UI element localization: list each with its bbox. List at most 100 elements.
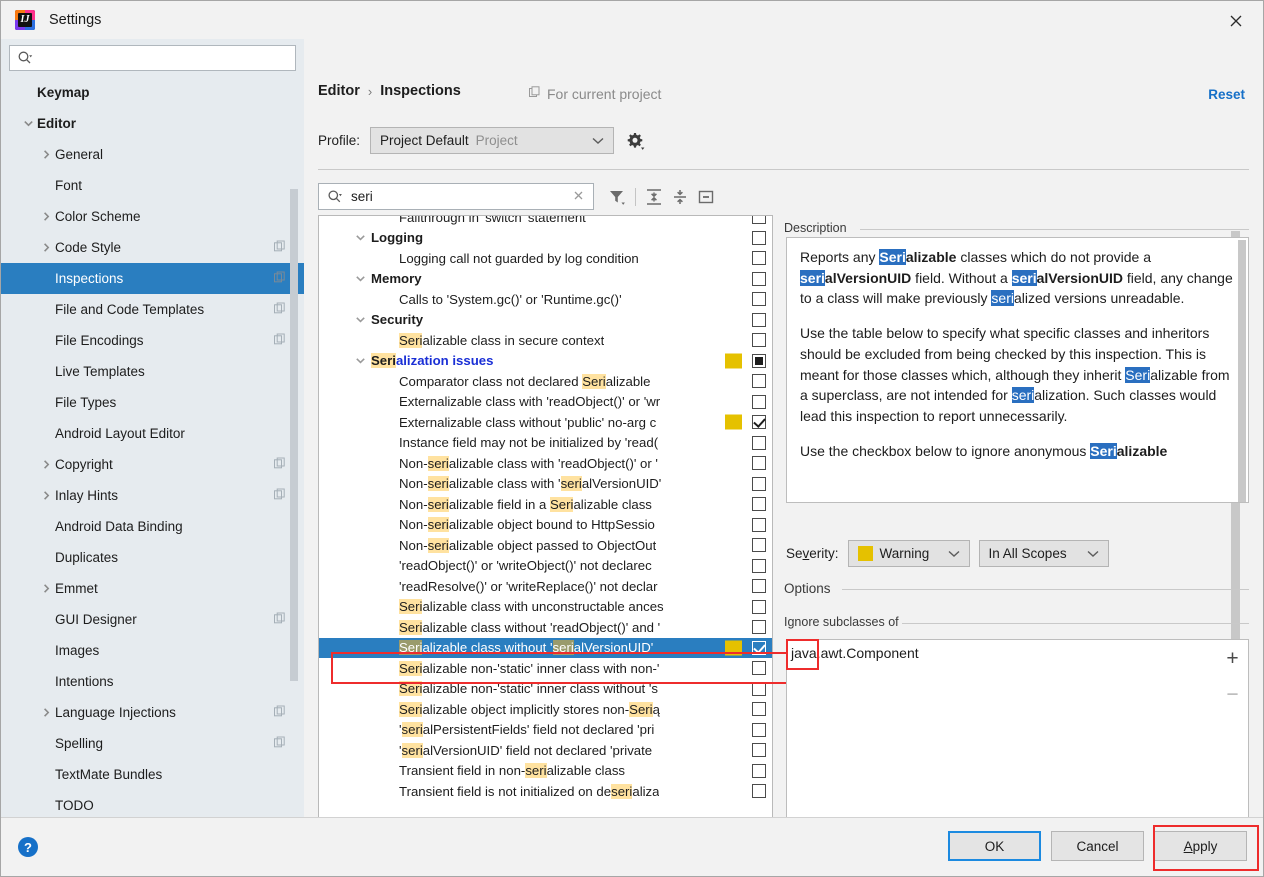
inspection-row[interactable]: Non-serializable field in a Serializable…	[319, 494, 772, 515]
inspection-enabled-checkbox[interactable]	[752, 600, 766, 614]
inspection-enabled-checkbox[interactable]	[752, 538, 766, 552]
inspection-row[interactable]: Logging call not guarded by log conditio…	[319, 248, 772, 269]
sidebar-item-duplicates[interactable]: Duplicates	[1, 542, 304, 573]
sidebar-item-textmate-bundles[interactable]: TextMate Bundles	[1, 759, 304, 790]
ok-button[interactable]: OK	[948, 831, 1041, 861]
sidebar-item-images[interactable]: Images	[1, 635, 304, 666]
sidebar-item-code-style[interactable]: Code Style	[1, 232, 304, 263]
inspection-row[interactable]: Non-serializable class with 'serialVersi…	[319, 474, 772, 495]
inspection-enabled-checkbox[interactable]	[752, 354, 766, 368]
inspection-enabled-checkbox[interactable]	[752, 559, 766, 573]
gear-icon[interactable]	[624, 130, 646, 152]
inspection-enabled-checkbox[interactable]	[752, 272, 766, 286]
inspection-row[interactable]: Non-serializable object passed to Object…	[319, 535, 772, 556]
chevron-down-icon[interactable]	[19, 118, 37, 129]
chevron-down-icon[interactable]	[349, 273, 371, 284]
inspection-enabled-checkbox[interactable]	[752, 292, 766, 306]
inspection-row[interactable]: Transient field is not initialized on de…	[319, 781, 772, 802]
inspection-enabled-checkbox[interactable]	[752, 784, 766, 798]
sidebar-item-todo[interactable]: TODO	[1, 790, 304, 820]
sidebar-item-editor[interactable]: Editor	[1, 108, 304, 139]
plus-icon[interactable]: +	[1220, 645, 1246, 671]
inspection-row[interactable]: Fallthrough in 'switch' statement	[319, 215, 772, 228]
inspection-enabled-checkbox[interactable]	[752, 374, 766, 388]
sidebar-item-inspections[interactable]: Inspections	[1, 263, 304, 294]
inspection-enabled-checkbox[interactable]	[752, 641, 766, 655]
chevron-right-icon[interactable]	[37, 490, 55, 501]
sidebar-item-emmet[interactable]: Emmet	[1, 573, 304, 604]
sidebar-item-language-injections[interactable]: Language Injections	[1, 697, 304, 728]
chevron-right-icon[interactable]	[37, 707, 55, 718]
sidebar-item-gui-designer[interactable]: GUI Designer	[1, 604, 304, 635]
filter-icon[interactable]	[604, 184, 630, 210]
inspection-enabled-checkbox[interactable]	[752, 743, 766, 757]
chevron-down-icon[interactable]	[349, 232, 371, 243]
inspection-enabled-checkbox[interactable]	[752, 436, 766, 450]
inspection-row[interactable]: Non-serializable object bound to HttpSes…	[319, 515, 772, 536]
sidebar-item-android-data-binding[interactable]: Android Data Binding	[1, 511, 304, 542]
chevron-right-icon[interactable]	[37, 459, 55, 470]
chevron-right-icon[interactable]	[37, 149, 55, 160]
help-icon[interactable]: ?	[15, 834, 41, 860]
chevron-right-icon[interactable]	[37, 211, 55, 222]
sidebar-item-inlay-hints[interactable]: Inlay Hints	[1, 480, 304, 511]
inspection-row[interactable]: Serializable class without 'serialVersio…	[319, 638, 772, 659]
expand-all-icon[interactable]	[641, 184, 667, 210]
inspection-group-row[interactable]: Security	[319, 310, 772, 331]
inspection-row[interactable]: 'readResolve()' or 'writeReplace()' not …	[319, 576, 772, 597]
chevron-down-icon[interactable]	[349, 355, 371, 366]
sidebar-item-android-layout-editor[interactable]: Android Layout Editor	[1, 418, 304, 449]
inspection-enabled-checkbox[interactable]	[752, 231, 766, 245]
inspection-enabled-checkbox[interactable]	[752, 395, 766, 409]
inspection-row[interactable]: Serializable object implicitly stores no…	[319, 699, 772, 720]
chevron-right-icon[interactable]	[37, 242, 55, 253]
inspection-row[interactable]: Serializable class without 'readObject()…	[319, 617, 772, 638]
sidebar-scrollbar[interactable]	[290, 189, 298, 681]
cancel-button[interactable]: Cancel	[1051, 831, 1144, 861]
sidebar-item-file-encodings[interactable]: File Encodings	[1, 325, 304, 356]
sidebar-item-color-scheme[interactable]: Color Scheme	[1, 201, 304, 232]
severity-combo[interactable]: Warning	[848, 540, 970, 567]
profile-combo[interactable]: Project Default Project	[370, 127, 614, 154]
sidebar-item-keymap[interactable]: Keymap	[1, 77, 304, 108]
minus-box-icon[interactable]	[693, 184, 719, 210]
inspection-enabled-checkbox[interactable]	[752, 456, 766, 470]
close-icon[interactable]	[1225, 10, 1247, 32]
sidebar-item-font[interactable]: Font	[1, 170, 304, 201]
sidebar-search-input[interactable]	[9, 45, 296, 71]
inspection-enabled-checkbox[interactable]	[752, 333, 766, 347]
inspection-row[interactable]: Calls to 'System.gc()' or 'Runtime.gc()'	[319, 289, 772, 310]
inspection-enabled-checkbox[interactable]	[752, 764, 766, 778]
sidebar-item-spelling[interactable]: Spelling	[1, 728, 304, 759]
reset-link[interactable]: Reset	[1208, 87, 1245, 102]
list-item[interactable]: java.awt.Component	[787, 640, 1248, 661]
inspection-group-row[interactable]: Logging	[319, 228, 772, 249]
inspection-row[interactable]: Instance field may not be initialized by…	[319, 433, 772, 454]
inspection-enabled-checkbox[interactable]	[752, 477, 766, 491]
inspection-row[interactable]: Serializable non-'static' inner class wi…	[319, 658, 772, 679]
inspection-enabled-checkbox[interactable]	[752, 215, 766, 224]
sidebar-item-general[interactable]: General	[1, 139, 304, 170]
sidebar-item-copyright[interactable]: Copyright	[1, 449, 304, 480]
inspection-enabled-checkbox[interactable]	[752, 661, 766, 675]
inspection-row[interactable]: 'serialVersionUID' field not declared 'p…	[319, 740, 772, 761]
ignore-subclasses-list[interactable]: java.awt.Component	[786, 639, 1249, 819]
clear-icon[interactable]	[572, 189, 585, 205]
sidebar-item-live-templates[interactable]: Live Templates	[1, 356, 304, 387]
inspection-row[interactable]: Non-serializable class with 'readObject(…	[319, 453, 772, 474]
sidebar-item-file-types[interactable]: File Types	[1, 387, 304, 418]
inspection-enabled-checkbox[interactable]	[752, 620, 766, 634]
inspection-enabled-checkbox[interactable]	[752, 702, 766, 716]
inspection-group-row[interactable]: Serialization issues	[319, 351, 772, 372]
inspection-row[interactable]: 'readObject()' or 'writeObject()' not de…	[319, 556, 772, 577]
inspection-enabled-checkbox[interactable]	[752, 518, 766, 532]
inspection-search-input[interactable]: seri	[318, 183, 594, 210]
scope-combo[interactable]: In All Scopes	[979, 540, 1109, 567]
inspection-enabled-checkbox[interactable]	[752, 497, 766, 511]
inspection-row[interactable]: 'serialPersistentFields' field not decla…	[319, 720, 772, 741]
inspection-enabled-checkbox[interactable]	[752, 415, 766, 429]
chevron-right-icon[interactable]	[37, 583, 55, 594]
inspection-row[interactable]: Externalizable class without 'public' no…	[319, 412, 772, 433]
inspection-enabled-checkbox[interactable]	[752, 723, 766, 737]
inspection-row[interactable]: Serializable class in secure context	[319, 330, 772, 351]
